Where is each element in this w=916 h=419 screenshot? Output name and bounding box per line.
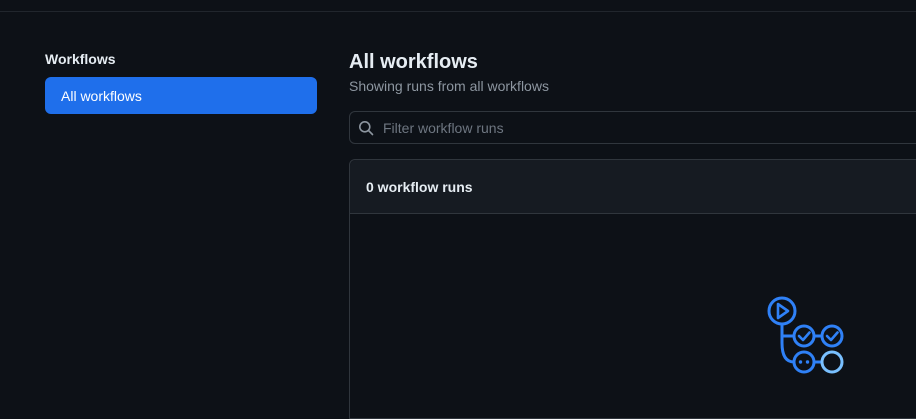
sidebar-heading: Workflows (45, 51, 116, 67)
sidebar-item-label: All workflows (61, 87, 142, 104)
page-subtitle: Showing runs from all workflows (349, 78, 549, 94)
main-content: All workflows Showing runs from all work… (349, 50, 916, 419)
sidebar-item-all-workflows[interactable]: All workflows (45, 77, 317, 114)
filter-search-box[interactable] (349, 111, 916, 144)
actions-workflow-icon (764, 295, 848, 379)
top-divider (0, 11, 916, 12)
search-icon (358, 120, 374, 136)
workflow-runs-count: 0 workflow runs (366, 178, 473, 195)
workflow-runs-panel: 0 workflow runs (349, 159, 916, 419)
workflows-sidebar: Workflows All workflows (45, 50, 317, 114)
workflow-runs-header: 0 workflow runs (350, 160, 916, 214)
filter-workflow-runs-input[interactable] (383, 119, 883, 136)
page-title: All workflows (349, 51, 478, 73)
